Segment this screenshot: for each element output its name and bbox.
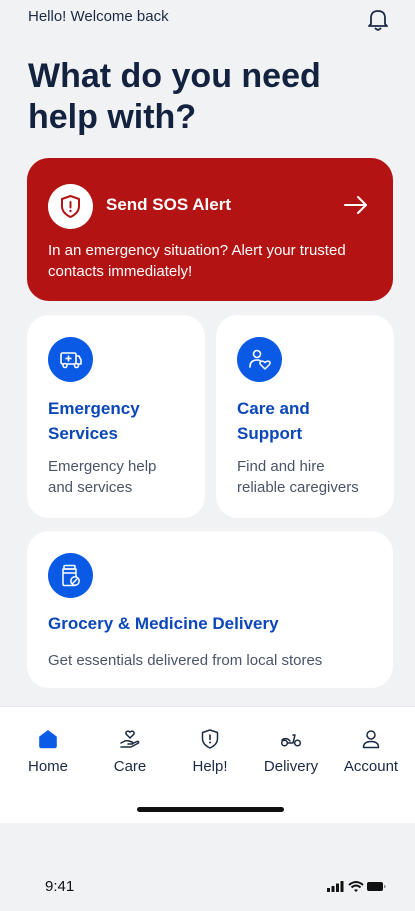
care-support-card[interactable]: Care and Support Find and hire reliable … bbox=[216, 315, 394, 518]
card-title: Care and Support bbox=[237, 399, 310, 443]
nav-item-home[interactable]: Home bbox=[13, 727, 83, 775]
medicine-jar-icon bbox=[48, 553, 93, 598]
nav-label: Delivery bbox=[263, 758, 319, 775]
greeting-text: Hello! Welcome back bbox=[28, 8, 169, 25]
status-bar: 9:41 bbox=[0, 860, 415, 910]
nav-item-delivery[interactable]: Delivery bbox=[256, 727, 326, 775]
shield-alert-icon bbox=[48, 184, 93, 229]
card-title: Emergency Services bbox=[48, 399, 140, 443]
nav-item-care[interactable]: Care bbox=[95, 727, 165, 775]
home-icon bbox=[39, 730, 57, 749]
page-title: What do you need help with? bbox=[28, 57, 321, 136]
sos-alert-card[interactable]: Send SOS Alert In an emergency situation… bbox=[27, 158, 393, 301]
status-time: 9:41 bbox=[45, 878, 75, 895]
nav-item-help[interactable]: Help! bbox=[175, 727, 245, 775]
nav-item-account[interactable]: Account bbox=[336, 727, 406, 775]
signal-icon bbox=[327, 888, 330, 892]
sos-description: In an emergency situation? Alert your tr… bbox=[48, 242, 346, 280]
bell-icon[interactable] bbox=[365, 6, 391, 32]
arrow-right-icon bbox=[344, 196, 367, 214]
user-icon bbox=[362, 730, 380, 749]
care-hand-icon bbox=[120, 730, 140, 748]
card-title: Grocery & Medicine Delivery bbox=[48, 614, 279, 633]
scooter-icon bbox=[280, 734, 302, 747]
ambulance-icon bbox=[48, 337, 93, 382]
battery-icon bbox=[367, 882, 383, 891]
grocery-medicine-card[interactable]: Grocery & Medicine Delivery Get essentia… bbox=[27, 531, 393, 688]
status-icons bbox=[327, 881, 386, 892]
nav-label: Help! bbox=[192, 758, 228, 775]
nav-label: Account bbox=[343, 758, 399, 775]
top-bar: Hello! Welcome back bbox=[28, 6, 391, 32]
card-description: Find and hire reliable caregivers bbox=[237, 458, 359, 496]
shield-alert-icon bbox=[201, 729, 219, 749]
emergency-services-card[interactable]: Emergency Services Emergency help and se… bbox=[27, 315, 205, 518]
card-description: Emergency help and services bbox=[48, 458, 157, 496]
nav-label: Care bbox=[113, 758, 147, 775]
nav-label: Home bbox=[27, 758, 68, 775]
care-people-icon bbox=[237, 337, 282, 382]
sos-title: Send SOS Alert bbox=[106, 195, 232, 214]
bottom-nav: Home Care Help! Delivery Account bbox=[0, 706, 415, 823]
home-indicator[interactable] bbox=[137, 807, 284, 812]
card-description: Get essentials delivered from local stor… bbox=[48, 652, 323, 669]
